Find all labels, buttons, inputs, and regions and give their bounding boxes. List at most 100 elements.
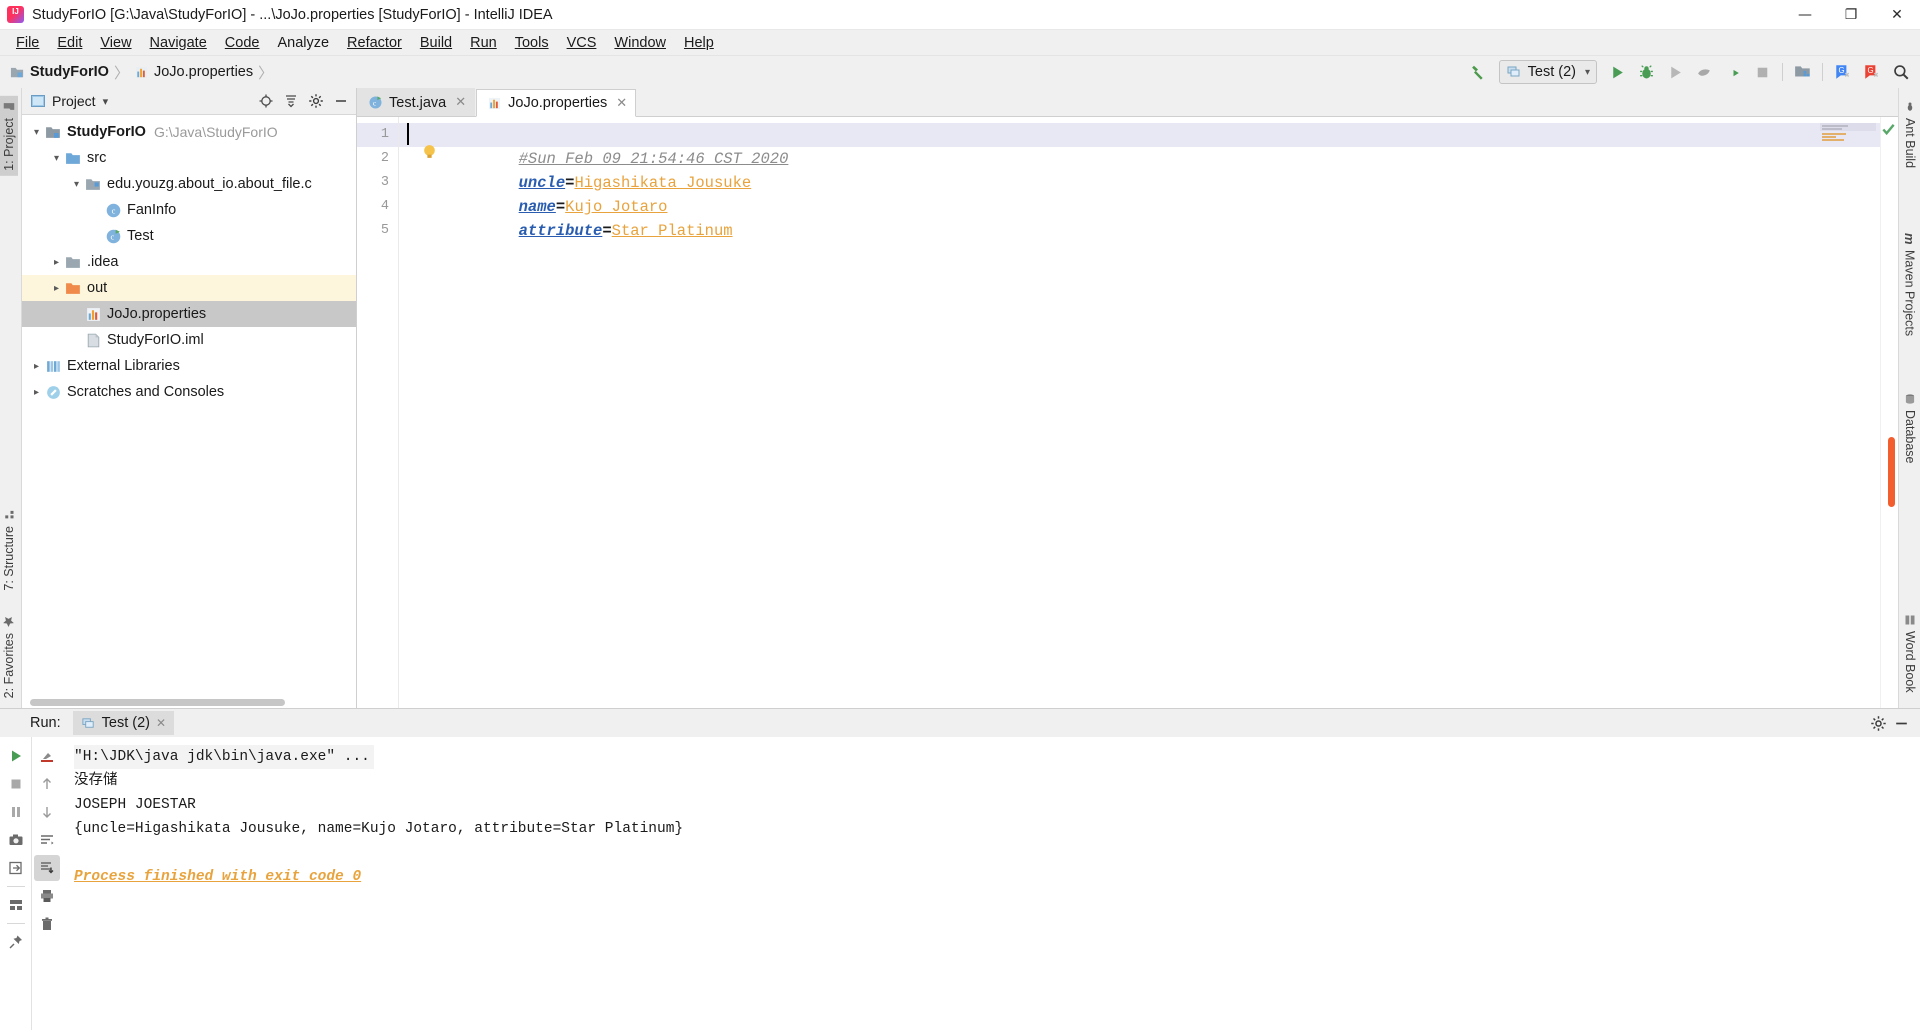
sidebar-item-structure[interactable]: 7: Structure (0, 504, 18, 596)
translate-blue-button[interactable]: G (1829, 59, 1856, 85)
tree-row[interactable]: ▸ .idea (22, 249, 356, 275)
twisty-collapsed-icon[interactable]: ▸ (48, 257, 65, 268)
menu-vcs[interactable]: VCS (558, 33, 606, 53)
tree-row[interactable]: StudyForIO.iml (22, 327, 356, 353)
pin-button[interactable] (3, 929, 29, 955)
stop-process-button[interactable] (3, 771, 29, 797)
screenshot-button[interactable] (3, 827, 29, 853)
hide-icon[interactable] (1893, 715, 1910, 732)
twisty-collapsed-icon[interactable]: ▸ (28, 387, 45, 398)
twisty-expanded-icon[interactable]: ▾ (28, 127, 45, 138)
code-editor[interactable]: 1 2 3 4 5 #Sun Feb 09 21:54:46 CST 2020 … (357, 117, 1898, 708)
breadcrumb-file[interactable]: JoJo.properties (134, 64, 253, 80)
menu-file[interactable]: File (7, 33, 48, 53)
tab-test-java[interactable]: c Test.java ✕ (357, 88, 476, 116)
editor-vertical-scrollbar[interactable] (1888, 437, 1895, 507)
tree-row[interactable]: c FanInfo (22, 197, 356, 223)
tree-row[interactable]: c Test (22, 223, 356, 249)
tree-row[interactable]: ▸ out (22, 275, 356, 301)
tree-horizontal-scrollbar[interactable] (30, 699, 285, 706)
menu-window[interactable]: Window (605, 33, 675, 53)
sidebar-item-maven[interactable]: m Maven Projects (1899, 228, 1920, 341)
rerun-button[interactable] (3, 743, 29, 769)
menu-analyze[interactable]: Analyze (268, 33, 338, 53)
search-everywhere-button[interactable] (1887, 59, 1914, 85)
intention-bulb-icon[interactable] (421, 143, 438, 160)
tree-item-label: Test (127, 228, 154, 244)
sidebar-item-project[interactable]: 1: Project (0, 96, 18, 176)
twisty-expanded-icon[interactable]: ▾ (68, 179, 85, 190)
menu-run[interactable]: Run (461, 33, 506, 53)
close-icon[interactable]: ✕ (616, 96, 627, 111)
menu-edit[interactable]: Edit (48, 33, 91, 53)
settings-gear-icon[interactable] (1870, 715, 1887, 732)
tree-row[interactable]: JoJo.properties (22, 301, 356, 327)
menu-code[interactable]: Code (216, 33, 269, 53)
scroll-to-end-button[interactable] (34, 855, 60, 881)
tree-row[interactable]: ▸ Scratches and Consoles (22, 379, 356, 405)
database-icon (1905, 394, 1915, 404)
menu-view[interactable]: View (91, 33, 140, 53)
next-occurrence-button[interactable] (34, 799, 60, 825)
run-configuration-selector[interactable]: Test (2) ▾ (1498, 60, 1597, 84)
sidebar-item-favorites[interactable]: 2: Favorites (0, 610, 18, 703)
menu-build[interactable]: Build (411, 33, 461, 53)
menu-tools[interactable]: Tools (506, 33, 558, 53)
menu-navigate[interactable]: Navigate (141, 33, 216, 53)
close-button[interactable]: ✕ (1874, 0, 1920, 30)
stop-button[interactable] (1749, 59, 1776, 85)
breadcrumb-project[interactable]: StudyForIO (10, 64, 109, 80)
sidebar-item-ant-build[interactable]: Ant Build (1900, 96, 1920, 173)
inspection-ok-icon[interactable] (1881, 122, 1896, 137)
soft-wrap-button[interactable] (34, 827, 60, 853)
tab-jojo-properties[interactable]: JoJo.properties ✕ (476, 89, 637, 117)
delete-button[interactable] (34, 911, 60, 937)
tree-row[interactable]: ▸ External Libraries (22, 353, 356, 379)
debug-button[interactable] (1633, 59, 1660, 85)
attach-debugger-button[interactable] (1720, 59, 1747, 85)
run-with-coverage-button[interactable] (1662, 59, 1689, 85)
twisty-collapsed-icon[interactable]: ▸ (28, 361, 45, 372)
twisty-expanded-icon[interactable]: ▾ (48, 153, 65, 164)
tree-row[interactable]: ▾ src (22, 145, 356, 171)
tree-row[interactable]: ▾ StudyForIO G:\Java\StudyForIO (22, 119, 356, 145)
editor-text-area[interactable]: #Sun Feb 09 21:54:46 CST 2020 uncle = Higa… (399, 117, 1880, 708)
sidebar-item-project-label: 1: Project (2, 118, 16, 171)
locate-file-button[interactable] (254, 90, 278, 113)
close-icon[interactable]: ✕ (156, 716, 166, 730)
project-structure-icon (1794, 66, 1810, 77)
console-output[interactable]: "H:\JDK\java jdk\bin\java.exe" ... 没存储 J… (62, 737, 1920, 1030)
print-button[interactable] (34, 883, 60, 909)
clear-all-button[interactable] (34, 743, 60, 769)
import-button[interactable] (3, 855, 29, 881)
soft-wrap-icon (41, 835, 54, 845)
run-button[interactable] (1604, 59, 1631, 85)
pause-button[interactable] (3, 799, 29, 825)
tab-label: JoJo.properties (508, 95, 608, 111)
hide-panel-button[interactable] (329, 90, 353, 113)
build-hammer-button[interactable] (1465, 59, 1492, 85)
editor-area: c Test.java ✕ JoJo.properties ✕ 1 2 3 4 … (357, 88, 1898, 708)
menu-help[interactable]: Help (675, 33, 723, 53)
maximize-button[interactable]: ❐ (1828, 0, 1874, 30)
collapse-all-button[interactable] (279, 90, 303, 113)
minimize-button[interactable]: — (1782, 0, 1828, 30)
sidebar-item-word-book[interactable]: Word Book (1900, 609, 1920, 698)
run-tab-test[interactable]: Test (2) ✕ (72, 711, 175, 735)
settings-button[interactable] (304, 90, 328, 113)
main-content: 1: Project 7: Structure 2: Favorites Pro… (0, 88, 1920, 708)
code-line[interactable]: #Sun Feb 09 21:54:46 CST 2020 (399, 123, 1880, 168)
twisty-collapsed-icon[interactable]: ▸ (48, 283, 65, 294)
profiler-button[interactable] (1691, 59, 1718, 85)
menu-refactor[interactable]: Refactor (338, 33, 411, 53)
layout-button[interactable] (3, 892, 29, 918)
property-value: Higashikata Jousuke (574, 174, 752, 192)
editor-scrollbar-area[interactable] (1880, 117, 1898, 708)
close-icon[interactable]: ✕ (455, 95, 466, 110)
tree-row[interactable]: ▾ edu.youzg.about_io.about_file.c (22, 171, 356, 197)
prev-occurrence-button[interactable] (34, 771, 60, 797)
project-structure-button[interactable] (1789, 59, 1816, 85)
chevron-down-icon[interactable]: ▾ (103, 95, 109, 108)
translate-red-button[interactable]: G (1858, 59, 1885, 85)
sidebar-item-database[interactable]: Database (1900, 388, 1920, 469)
